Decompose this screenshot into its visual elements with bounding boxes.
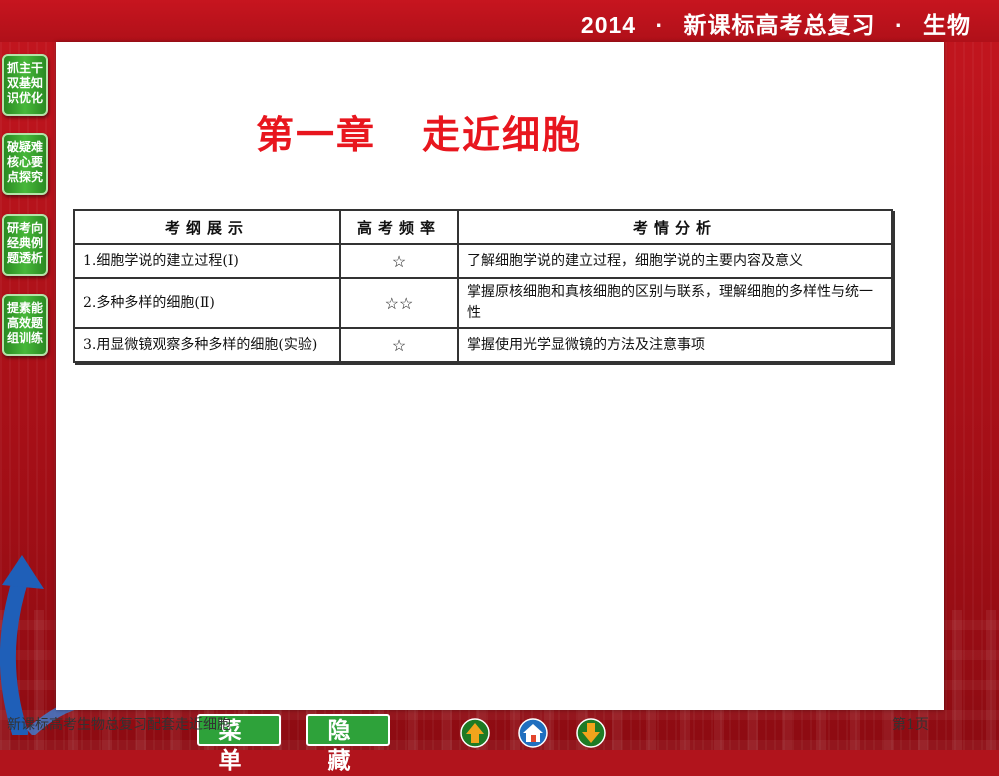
table-row: 1.细胞学说的建立过程(Ⅰ) ☆ 了解细胞学说的建立过程，细胞学说的主要内容及意… [73,243,893,279]
header-course: 新课标高考总复习 [683,12,876,38]
header-separator: · [655,12,665,38]
chapter-number: 第一章 [256,113,377,157]
side-tab-line: 核心要 [6,155,43,169]
exam-analysis: 掌握原核细胞和真核细胞的区别与联系，理解细胞的多样性与统一性 [457,277,893,329]
home-icon[interactable] [518,718,548,748]
hide-button[interactable]: 隐藏 [306,714,390,774]
chapter-title: 第一章 走近细胞 [256,104,582,159]
exam-frequency: ☆ [339,243,459,279]
syllabus-item: 1.细胞学说的建立过程(Ⅰ) [73,243,341,279]
page-number: 第1页 [892,717,929,733]
header-bar: 2014 · 新课标高考总复习 · 生物 [0,0,999,42]
side-tab-practice[interactable]: 提素能 高效题 组训练 [2,294,48,356]
side-tab-line: 破疑难 [6,140,43,154]
column-header: 高考频率 [339,209,459,245]
exam-analysis: 掌握使用光学显微镜的方法及注意事项 [457,327,893,363]
side-tab-line: 双基知 [6,76,43,90]
side-tab-line: 研考向 [6,221,43,235]
header-separator: · [894,12,904,38]
table-row: 3.用显微镜观察多种多样的细胞(实验) ☆ 掌握使用光学显微镜的方法及注意事项 [73,327,893,363]
footer-caption: 新课标高考生物总复习配套走近细胞 [7,717,231,733]
header-title: 2014 · 新课标高考总复习 · 生物 [575,6,977,40]
side-tab-line: 高效题 [6,316,43,330]
side-tab-basics[interactable]: 抓主干 双基知 识优化 [2,54,48,116]
side-tab-line: 经典例 [6,236,43,250]
exam-frequency: ☆ [339,327,459,363]
side-tab-line: 组训练 [6,331,43,345]
side-tab-line: 提素能 [6,301,43,315]
table-row: 2.多种多样的细胞(Ⅱ) ☆☆ 掌握原核细胞和真核细胞的区别与联系，理解细胞的多… [73,277,893,329]
chapter-name: 走近细胞 [422,113,583,157]
syllabus-item: 2.多种多样的细胞(Ⅱ) [73,277,341,329]
side-tab-line: 识优化 [6,91,43,105]
column-header: 考情分析 [457,209,893,245]
side-tab-examples[interactable]: 研考向 经典例 题透析 [2,214,48,276]
side-tab-core-points[interactable]: 破疑难 核心要 点探究 [2,133,48,195]
side-tab-line: 点探究 [6,170,43,184]
table-header-row: 考纲展示 高考频率 考情分析 [73,209,893,245]
up-arrow-icon[interactable] [460,718,490,748]
syllabus-table: 考纲展示 高考频率 考情分析 1.细胞学说的建立过程(Ⅰ) ☆ 了解细胞学说的建… [73,209,893,363]
syllabus-item: 3.用显微镜观察多种多样的细胞(实验) [73,327,341,363]
exam-analysis: 了解细胞学说的建立过程，细胞学说的主要内容及意义 [457,243,893,279]
column-header: 考纲展示 [73,209,341,245]
header-subject: 生物 [923,12,971,38]
side-tab-line: 抓主干 [6,61,43,75]
slide-content: 第一章 走近细胞 考纲展示 高考频率 考情分析 1.细胞学说的建立过程(Ⅰ) ☆ … [56,42,944,710]
down-arrow-icon[interactable] [576,718,606,748]
header-year: 2014 [580,12,637,38]
exam-frequency: ☆☆ [339,277,459,329]
side-tab-line: 题透析 [6,251,43,265]
